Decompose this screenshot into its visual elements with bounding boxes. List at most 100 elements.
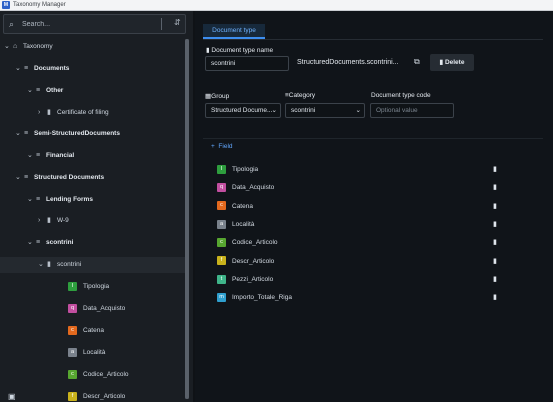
tree-item-label: scontrini: [57, 261, 82, 268]
list-icon: ≡: [24, 130, 29, 137]
collapse-all-icon[interactable]: ⇵: [174, 18, 181, 27]
tab-divider: [203, 39, 543, 40]
delete-field-icon[interactable]: ▮: [493, 202, 497, 210]
tree-item[interactable]: › ▮ Certificate of filing: [38, 105, 109, 121]
chevron-down-icon[interactable]: ⌄: [27, 83, 36, 99]
chevron-down-icon: ⌄: [355, 107, 361, 114]
category-select[interactable]: scontrini ⌄: [285, 103, 365, 118]
delete-field-icon[interactable]: ▮: [493, 165, 497, 173]
taxonomy-tree-panel: ⌕ ⇵ ⌄⌂Taxonomy⌄≡Documents⌄≡Other›▮Certif…: [0, 11, 193, 402]
field-type-icon: c: [68, 325, 77, 335]
tree-item-label: W-9: [57, 217, 69, 224]
list-icon: ≡: [36, 196, 41, 203]
tree-item[interactable]: ⌄ ≡ Structured Documents: [15, 170, 104, 186]
tree-item[interactable]: ⌄ ≡ Other: [27, 83, 63, 99]
tree-item-label: Structured Documents: [34, 174, 105, 181]
delete-field-icon[interactable]: ▮: [493, 257, 497, 265]
plus-icon: +: [211, 143, 215, 150]
delete-field-icon[interactable]: ▮: [493, 293, 497, 301]
field-row[interactable]: f Descr_Articolo: [217, 255, 274, 269]
list-icon: ≡: [24, 65, 29, 72]
document-type-panel: Document type ▮ Document type name scont…: [195, 11, 553, 402]
document-type-code-label: Document type code: [371, 92, 431, 99]
tree-item-label: Taxonomy: [23, 43, 53, 50]
chevron-down-icon[interactable]: ⌄: [15, 126, 24, 142]
group-label-row: ▦Group: [205, 92, 229, 100]
delete-field-icon[interactable]: ▮: [493, 275, 497, 283]
search-input[interactable]: [22, 18, 152, 30]
trash-icon: ▮: [439, 59, 444, 66]
tree-field-item[interactable]: c Codice_Articolo: [68, 367, 129, 383]
document-icon: ▮: [47, 217, 51, 224]
field-row[interactable]: q Data_Acquisto: [217, 181, 274, 195]
tree-item[interactable]: › ▮ W-9: [38, 213, 69, 229]
tree-item[interactable]: ⌄ ≡ Lending Forms: [27, 192, 93, 208]
chevron-down-icon[interactable]: ⌄: [15, 170, 24, 186]
add-field-button[interactable]: + Field: [211, 143, 233, 150]
chevron-right-icon[interactable]: ›: [38, 105, 47, 121]
tree-field-item[interactable]: c Catena: [68, 323, 104, 339]
tree-field-label: Descr_Articolo: [83, 393, 126, 400]
tree-item-label: Other: [46, 87, 64, 94]
chevron-down-icon[interactable]: ⌄: [27, 235, 36, 251]
tree-field-item[interactable]: a Località: [68, 345, 105, 361]
full-name-text: StructuredDocuments.scontrini...: [297, 59, 399, 66]
chevron-down-icon: ⌄: [271, 107, 277, 114]
chevron-down-icon[interactable]: ⌄: [15, 61, 24, 77]
field-row[interactable]: t Pezzi_Articolo: [217, 273, 273, 287]
tree-field-label: Codice_Articolo: [83, 371, 129, 378]
field-row[interactable]: c Catena: [217, 200, 253, 214]
chat-icon[interactable]: ▣: [8, 392, 16, 401]
tab-document-type[interactable]: Document type: [203, 24, 265, 39]
tree-item[interactable]: ⌄ ≡ Financial: [27, 148, 74, 164]
document-type-code-input[interactable]: Optional value: [370, 103, 454, 118]
field-type-icon: c: [217, 201, 226, 211]
tree-item[interactable]: ⌄ ▮ scontrini: [0, 257, 185, 273]
tree-item[interactable]: ⌄ ⌂ Taxonomy: [4, 39, 53, 55]
tree-item-label: Lending Forms: [46, 196, 93, 203]
field-row[interactable]: m Importo_Totale_Riga: [217, 291, 292, 305]
tree-item[interactable]: ⌄ ≡ Semi-StructuredDocuments: [15, 126, 120, 142]
list-icon: ≡: [36, 152, 41, 159]
tree-field-item[interactable]: f Descr_Articolo: [68, 389, 125, 402]
folder-icon: ⌂: [13, 43, 18, 50]
scrollbar-thumb[interactable]: [185, 39, 189, 399]
field-label: Pezzi_Articolo: [232, 275, 274, 283]
field-type-icon: q: [68, 303, 77, 313]
tree-item-label: Documents: [34, 65, 70, 72]
chevron-right-icon[interactable]: ›: [38, 213, 47, 229]
document-type-name-input[interactable]: scontrini: [205, 56, 289, 71]
tree-item-label: Semi-StructuredDocuments: [34, 130, 120, 137]
field-label: Codice_Articolo: [232, 239, 278, 247]
window-title: Taxonomy Manager: [13, 2, 66, 8]
field-row[interactable]: a Località: [217, 218, 254, 232]
chevron-down-icon[interactable]: ⌄: [27, 148, 36, 164]
category-label: Category: [288, 92, 316, 99]
delete-field-icon[interactable]: ▮: [493, 238, 497, 246]
delete-field-icon[interactable]: ▮: [493, 183, 497, 191]
group-label: Group: [211, 93, 230, 100]
list-icon: ≡: [36, 87, 41, 94]
group-select[interactable]: Structured Docume... ⌄: [205, 103, 281, 118]
copy-icon[interactable]: ⧉: [414, 57, 420, 67]
tree-field-item[interactable]: I Tipologia: [68, 279, 109, 295]
field-type-icon: c: [68, 369, 77, 379]
tree-item[interactable]: ⌄ ≡ scontrini: [27, 235, 73, 251]
delete-label: Delete: [444, 59, 465, 66]
title-bar: M Taxonomy Manager: [0, 0, 553, 11]
field-label: Importo_Totale_Riga: [232, 294, 292, 302]
field-type-icon: m: [217, 292, 226, 302]
field-row[interactable]: I Tipologia: [217, 163, 258, 177]
tree-field-item[interactable]: q Data_Acquisto: [68, 301, 125, 317]
delete-button[interactable]: ▮ Delete: [430, 54, 474, 71]
chevron-down-icon[interactable]: ⌄: [4, 39, 13, 55]
field-row[interactable]: c Codice_Articolo: [217, 236, 278, 250]
delete-field-icon[interactable]: ▮: [493, 220, 497, 228]
field-type-icon: f: [68, 391, 77, 401]
add-field-label: Field: [218, 143, 233, 150]
document-icon: ▮: [47, 109, 51, 116]
tree-item-label: scontrini: [46, 239, 74, 246]
tree-item[interactable]: ⌄ ≡ Documents: [15, 61, 69, 77]
chevron-down-icon[interactable]: ⌄: [38, 257, 47, 273]
chevron-down-icon[interactable]: ⌄: [27, 192, 36, 208]
